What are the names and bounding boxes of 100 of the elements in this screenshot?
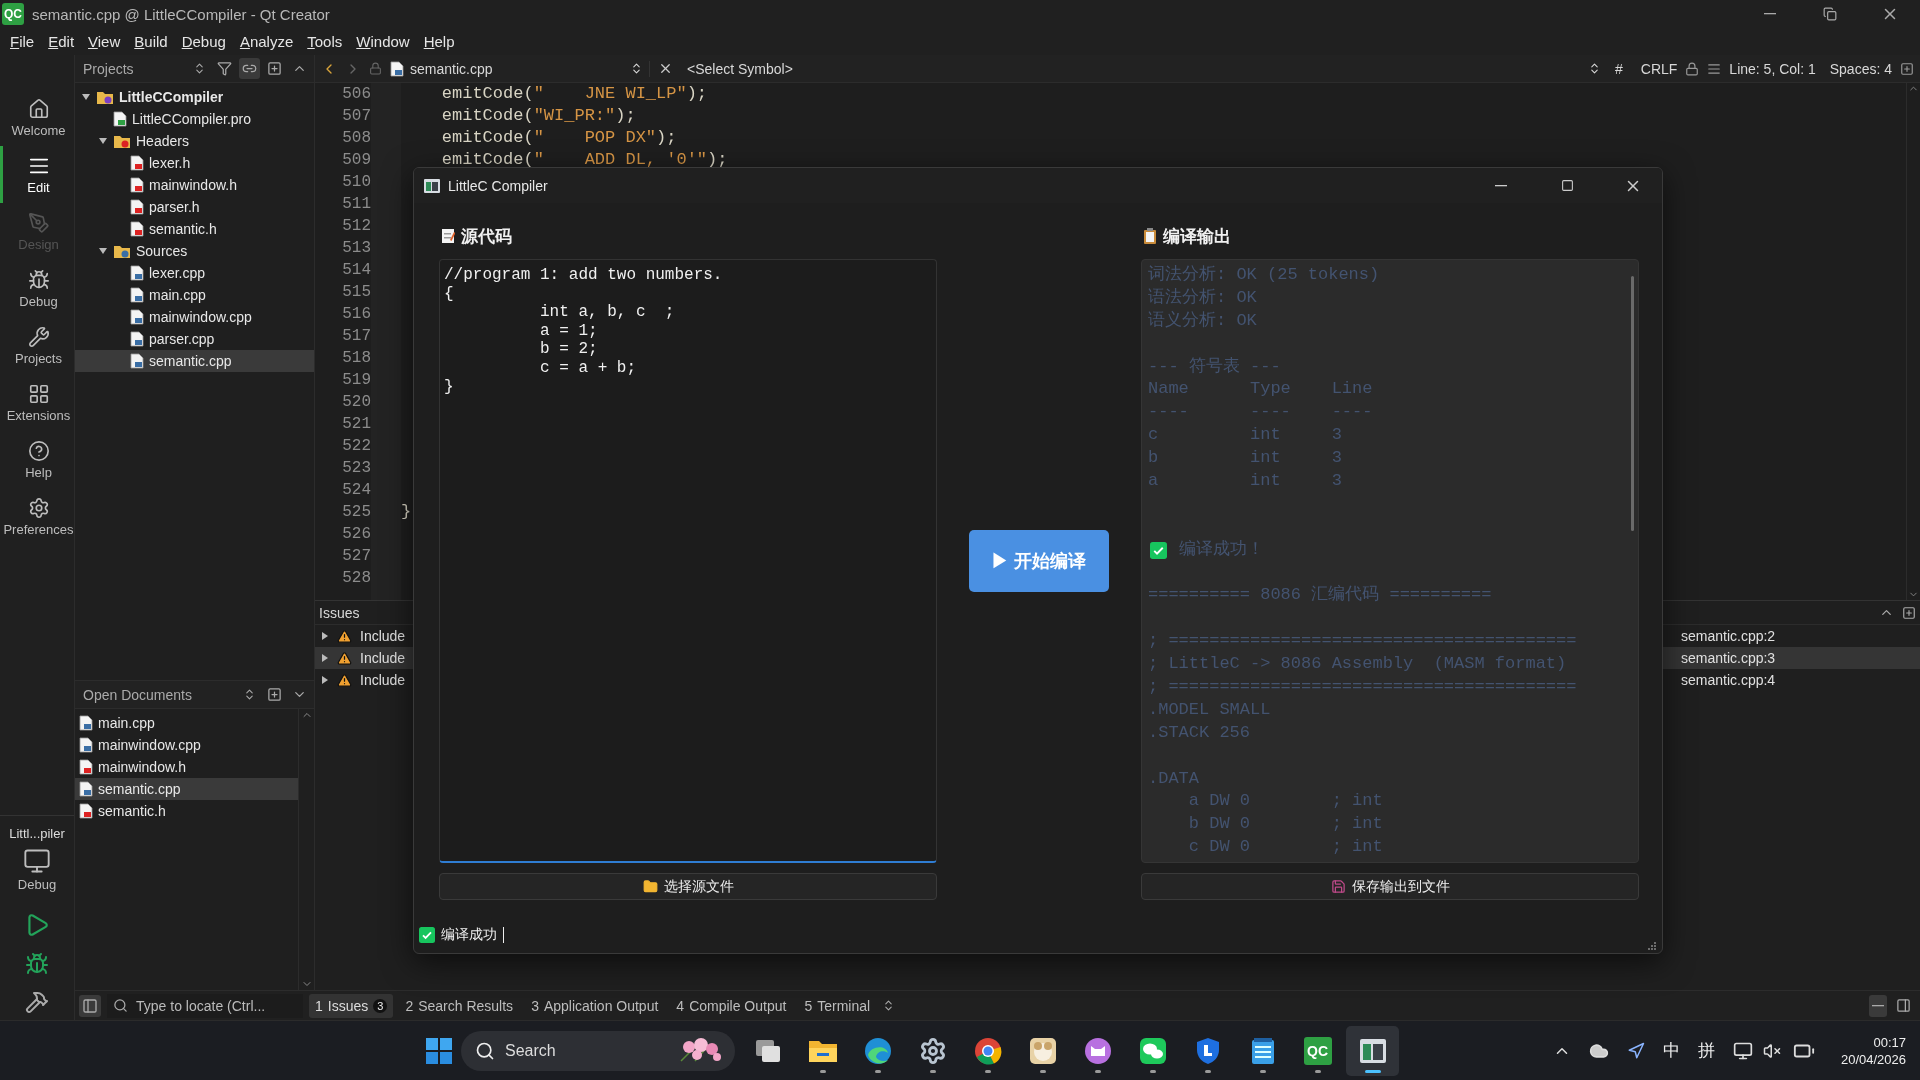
tree-item[interactable]: parser.h	[75, 196, 314, 218]
document-item[interactable]: main.cpp	[75, 712, 298, 734]
menu-item[interactable]: Debug	[175, 31, 232, 52]
kit-selector[interactable]: Debug	[17, 847, 57, 892]
menu-item[interactable]: Window	[350, 31, 416, 52]
progress-button[interactable]	[1869, 994, 1887, 1017]
file-selector[interactable]: semantic.cpp	[390, 60, 650, 77]
document-item[interactable]: mainwindow.cpp	[75, 734, 298, 756]
tree-item[interactable]: LittleCCompiler	[75, 86, 314, 108]
location-icon[interactable]	[1626, 1041, 1645, 1060]
chat-bubbles-icon[interactable]	[1138, 1036, 1167, 1065]
tree-item[interactable]: lexer.h	[75, 152, 314, 174]
running-indicator	[819, 1069, 826, 1073]
output-line: 编译成功！	[1179, 538, 1264, 561]
issue-location[interactable]: semantic.cpp:4	[1681, 672, 1776, 688]
monitor-icon[interactable]	[1732, 1040, 1753, 1061]
output-line: ========== 8086 汇编代码 ==========	[1148, 584, 1492, 607]
search-icon	[113, 998, 128, 1013]
close-icon[interactable]	[658, 61, 673, 76]
sidebar-toggle-button[interactable]	[79, 994, 101, 1017]
expand-arrow-icon[interactable]	[321, 653, 329, 663]
output-line: b DW 0 ; int	[1187, 813, 1383, 836]
issue-location[interactable]: semantic.cpp:3	[1681, 650, 1776, 666]
link-button[interactable]	[239, 58, 260, 79]
source-editor[interactable]: //program 1: add two numbers. { int a, b, c ; a = 1; b = 2; c = a + b; }	[439, 259, 937, 863]
notepad-icon[interactable]	[1250, 1036, 1275, 1065]
document-item[interactable]: semantic.h	[75, 800, 298, 822]
stacked-windows-icon[interactable]	[753, 1037, 782, 1064]
mode-tab[interactable]: Extensions	[0, 374, 74, 431]
tree-item[interactable]: semantic.h	[75, 218, 314, 240]
split-icon[interactable]	[1900, 61, 1914, 76]
hash-label[interactable]: #	[1615, 60, 1623, 77]
menu-item[interactable]: View	[82, 31, 127, 52]
document-item[interactable]: semantic.cpp	[75, 778, 298, 800]
tree-item[interactable]: parser.cpp	[75, 328, 314, 350]
window-icon[interactable]	[1358, 1037, 1387, 1064]
cat-icon[interactable]	[1083, 1036, 1112, 1065]
symbol-selector[interactable]: <Select Symbol>	[681, 59, 1607, 78]
line-number: 523	[342, 458, 371, 479]
output-tab[interactable]: 5 Terminal	[798, 993, 877, 1018]
tree-item[interactable]: Headers	[75, 130, 314, 152]
mode-tab[interactable]: Projects	[0, 317, 74, 374]
locator-field[interactable]: Type to locate (Ctrl...	[107, 993, 303, 1018]
scrollbar[interactable]	[1631, 276, 1634, 531]
output-tab[interactable]: 3 Application Output	[525, 993, 665, 1018]
tree-item[interactable]: mainwindow.h	[75, 174, 314, 196]
running-indicator	[1259, 1069, 1266, 1073]
tree-item[interactable]: lexer.cpp	[75, 262, 314, 284]
mode-tab[interactable]: Welcome	[0, 89, 74, 146]
line-ending-label[interactable]: CRLF	[1640, 60, 1678, 77]
tree-item[interactable]: semantic.cpp	[75, 350, 314, 372]
output-tab[interactable]: 2 Search Results	[399, 993, 520, 1018]
mode-tab[interactable]: Preferences	[0, 488, 74, 545]
indent-setting[interactable]: Spaces: 4	[1829, 60, 1892, 77]
expand-arrow-icon[interactable]	[81, 92, 91, 102]
sheep-icon[interactable]	[1028, 1036, 1057, 1065]
debug-run-icon[interactable]	[25, 952, 49, 976]
open-file-button[interactable]: 选择源文件	[439, 873, 937, 900]
document-item[interactable]: mainwindow.h	[75, 756, 298, 778]
clock[interactable]: 00:17 20/04/2026	[1840, 1034, 1906, 1067]
expand-arrow-icon[interactable]	[98, 136, 108, 146]
input-method[interactable]: 中	[1662, 1039, 1680, 1062]
gear-icon[interactable]	[918, 1036, 947, 1065]
issue-location[interactable]: semantic.cpp:2	[1681, 628, 1776, 644]
expand-arrow-icon[interactable]	[321, 631, 329, 641]
menu-item[interactable]: File	[4, 31, 41, 52]
start-button[interactable]	[425, 1036, 453, 1065]
view-selector[interactable]: Open Documents	[79, 686, 260, 703]
menu-item[interactable]: Analyze	[233, 31, 300, 52]
cursor-position[interactable]: Line: 5, Col: 1	[1729, 60, 1816, 77]
menu-item[interactable]: Build	[128, 31, 174, 52]
menu-item[interactable]: Help	[417, 31, 461, 52]
search-field[interactable]: Search	[461, 1030, 735, 1071]
build-icon[interactable]	[25, 990, 49, 1014]
scrollbar[interactable]	[1906, 83, 1920, 600]
resize-grip[interactable]	[1647, 941, 1657, 951]
mode-tab[interactable]: Debug	[0, 260, 74, 317]
output-tab[interactable]: 1 Issues 3	[309, 993, 394, 1018]
tree-item[interactable]: Sources	[75, 240, 314, 262]
line-number: 518	[342, 348, 371, 369]
save-output-button[interactable]: 保存输出到文件	[1141, 873, 1639, 900]
mute-icon[interactable]	[1762, 1041, 1781, 1060]
expand-arrow-icon[interactable]	[321, 675, 329, 685]
mode-tab[interactable]: Help	[0, 431, 74, 488]
menu-item[interactable]: Edit	[42, 31, 81, 52]
taskbar-button[interactable]	[1346, 1025, 1399, 1076]
output-tab[interactable]: 4 Compile Output	[670, 993, 793, 1018]
tree-item[interactable]: main.cpp	[75, 284, 314, 306]
mode-tab[interactable]: Edit	[0, 146, 74, 203]
menu-item[interactable]: Tools	[301, 31, 349, 52]
shield-icon[interactable]	[1194, 1036, 1221, 1065]
swirl-icon[interactable]	[863, 1036, 892, 1065]
color-wheel-icon[interactable]	[973, 1036, 1002, 1065]
running-indicator	[874, 1069, 881, 1073]
tree-item[interactable]: LittleCCompiler.pro	[75, 108, 314, 130]
output-line: .STACK 256	[1148, 721, 1251, 744]
tree-item[interactable]: mainwindow.cpp	[75, 306, 314, 328]
expand-arrow-icon[interactable]	[98, 246, 108, 256]
input-method[interactable]: 拼	[1697, 1039, 1715, 1062]
view-selector[interactable]: Projects	[79, 60, 210, 77]
